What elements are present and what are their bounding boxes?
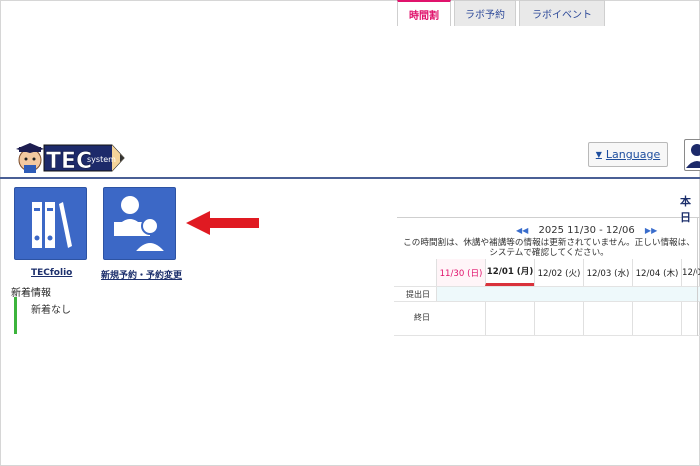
users-icon: [114, 196, 169, 253]
grid-line: [534, 302, 535, 335]
notice-line-2: システムで確認してください。: [489, 248, 609, 258]
reservation-label[interactable]: 新規予約・予約変更: [101, 268, 182, 281]
caret-down-icon: ▼: [595, 150, 602, 159]
reservation-tile[interactable]: [103, 187, 176, 260]
notice-line-1: この時間割は、休講や補講等の情報は更新されていません。正しい情報は、: [403, 238, 695, 248]
user-icon: [686, 144, 700, 168]
header-divider: [0, 177, 700, 179]
red-arrow-annotation: [186, 211, 259, 235]
day-header: 11/30 (日): [436, 259, 485, 286]
grid-line: [681, 302, 682, 335]
grid-line: [394, 335, 700, 336]
grid-line: [485, 302, 486, 335]
tecfolio-tile[interactable]: [14, 187, 87, 260]
tab-underline: [397, 217, 700, 218]
week-navigation: ◀◀ 2025 11/30 - 12/06 ▶▶: [516, 225, 657, 236]
binder-icon: [32, 202, 72, 248]
tab-timetable[interactable]: 時間割: [397, 0, 451, 26]
row-header-submission: 提出日: [406, 290, 430, 299]
news-empty-text: 新着なし: [31, 305, 71, 316]
week-range: 2025 11/30 - 12/06: [538, 225, 635, 236]
grid-line: [583, 302, 584, 335]
news-title: 新着情報: [11, 288, 51, 299]
day-header: 12/03 (水): [583, 259, 632, 286]
grid-line: [632, 302, 633, 335]
timetable-notice: この時間割は、休講や補講等の情報は更新されていません。正しい情報は、 システムで…: [398, 238, 700, 258]
day-header: 12/04 (木): [632, 259, 681, 286]
tab-lab-reservation[interactable]: ラボ予約: [454, 0, 516, 26]
row-header-allday: 終日: [414, 313, 430, 322]
logo-subtext: system: [87, 155, 116, 164]
tecfolio-label[interactable]: TECfolio: [31, 268, 72, 278]
news-accent-bar: [14, 297, 17, 334]
submission-row: [436, 287, 700, 301]
tab-lab-event[interactable]: ラボイベント: [519, 0, 605, 26]
day-header-today: 12/01 (月): [485, 259, 534, 286]
grid-line: [394, 301, 700, 302]
panel-border: [697, 218, 698, 336]
next-week-icon[interactable]: ▶▶: [645, 226, 657, 235]
prev-week-icon[interactable]: ◀◀: [516, 226, 528, 235]
tec-system-logo[interactable]: TEC system: [16, 141, 128, 175]
language-button[interactable]: ▼ Language: [588, 142, 668, 167]
logo-text: TEC: [46, 149, 92, 174]
user-menu-button[interactable]: [684, 139, 700, 171]
language-label: Language: [605, 148, 661, 161]
day-header: 12/02 (火): [534, 259, 583, 286]
